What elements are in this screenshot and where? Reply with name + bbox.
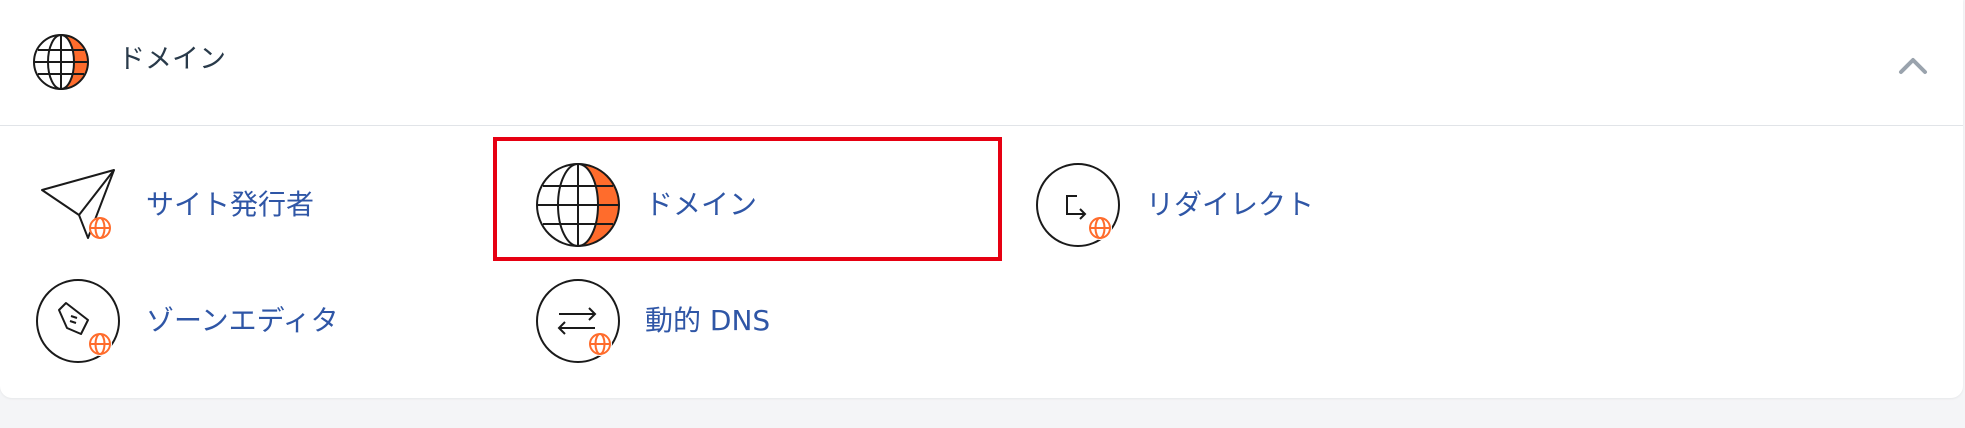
globe-icon [31,32,91,92]
item-redirects[interactable]: リダイレクト [1033,160,1323,250]
item-label: ドメイン [645,188,758,221]
item-dynamic-dns[interactable]: 動的 DNS [533,276,793,366]
section-title: ドメイン [118,44,226,75]
item-label: サイト発行者 [146,188,315,221]
globe-icon [533,160,623,250]
item-site-publisher[interactable]: サイト発行者 [36,160,326,250]
redirect-arrow-icon [1033,160,1123,250]
pen-nib-globe-icon [33,276,123,366]
item-zone-editor[interactable]: ゾーンエディタ [33,276,353,366]
chevron-up-icon[interactable] [1893,48,1933,82]
item-label: 動的 DNS [645,304,771,337]
item-label: リダイレクト [1146,188,1315,221]
domains-panel: ドメイン サイト発行者 ドメイン リダイレクト ゾーンエディタ 動的 DNS [0,0,1963,398]
item-domains[interactable]: ドメイン [533,160,793,250]
item-label: ゾーンエディタ [146,304,339,337]
paper-plane-globe-icon [36,160,126,250]
section-header[interactable]: ドメイン [0,0,1963,126]
swap-arrows-globe-icon [533,276,623,366]
